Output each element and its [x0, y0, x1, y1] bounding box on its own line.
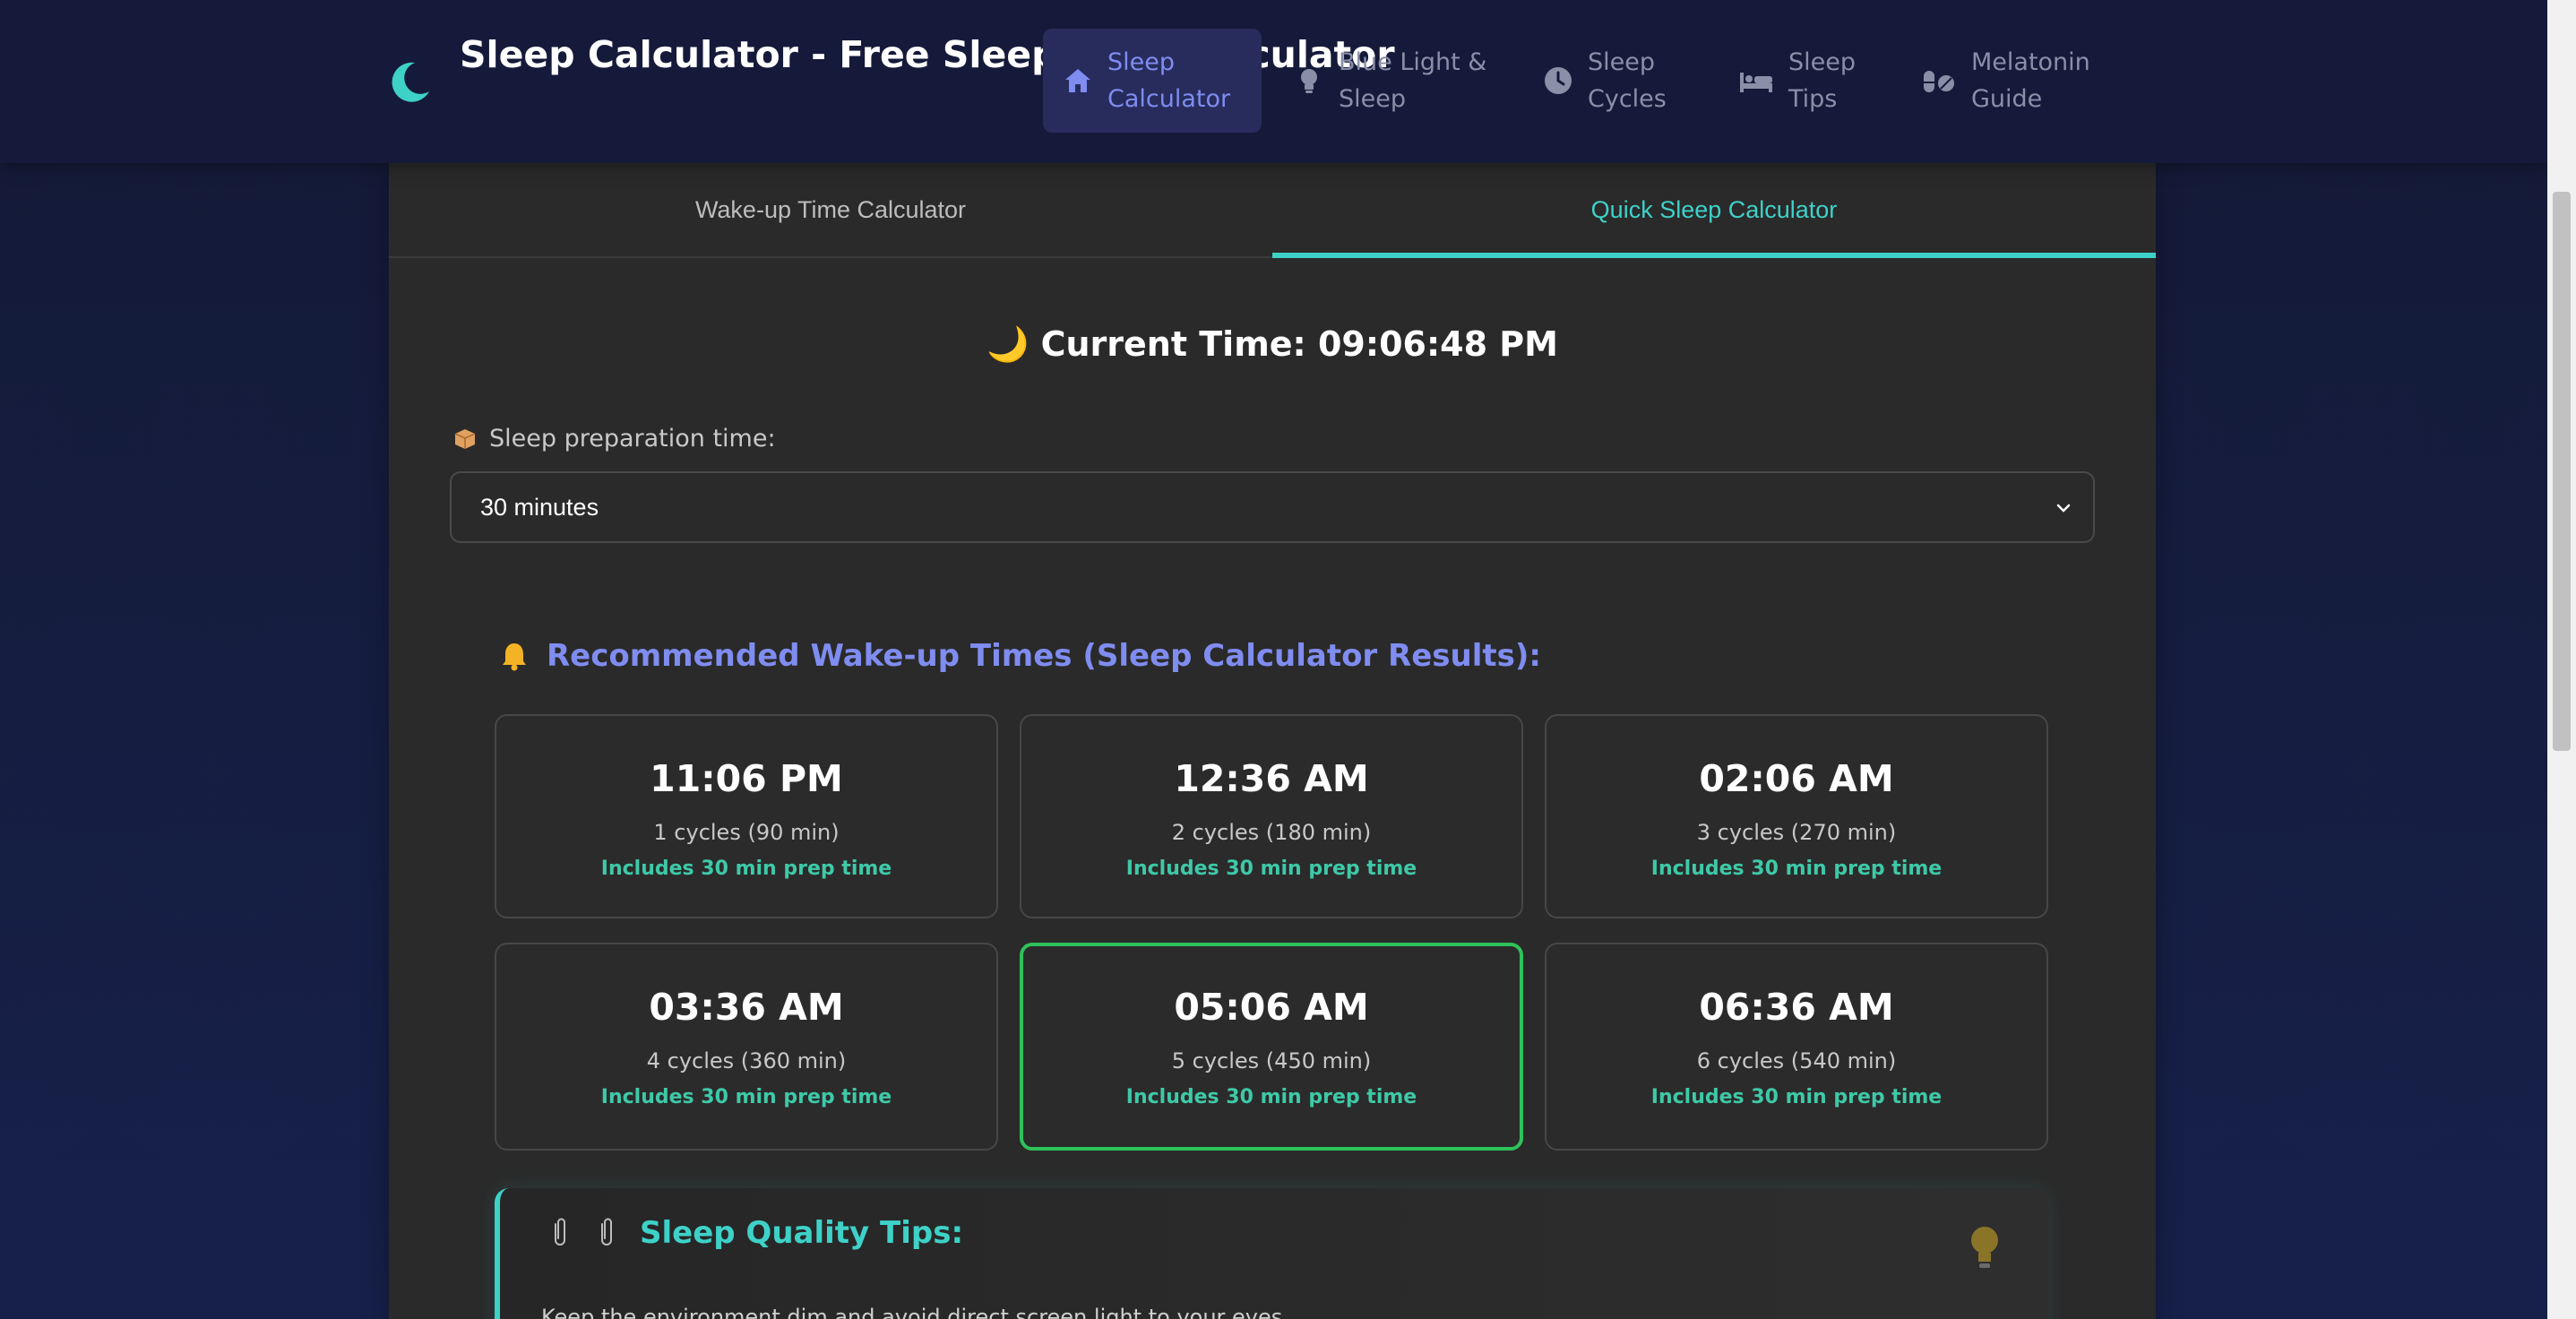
site-header: Sleep Calculator - Free Sleep Time Calcu…: [0, 0, 2547, 163]
result-card[interactable]: 03:36 AM 4 cycles (360 min) Includes 30 …: [495, 943, 998, 1151]
result-card[interactable]: 12:36 AM 2 cycles (180 min) Includes 30 …: [1020, 714, 1523, 918]
nav-item-sleep-tips[interactable]: Sleep Tips: [1719, 29, 1889, 133]
results-title: Recommended Wake-up Times (Sleep Calcula…: [547, 638, 1541, 674]
result-prep-note: Includes 30 min prep time: [600, 858, 892, 880]
nav-label: Sleep Calculator: [1107, 48, 1231, 113]
result-card[interactable]: 11:06 PM 1 cycles (90 min) Includes 30 m…: [495, 714, 998, 918]
page-scrollbar[interactable]: [2547, 0, 2576, 1319]
lightbulb-icon: [1971, 1227, 1998, 1268]
scrollbar-thumb[interactable]: [2553, 192, 2571, 751]
results-heading: Recommended Wake-up Times (Sleep Calcula…: [498, 638, 1541, 674]
result-cycles: 6 cycles (540 min): [1696, 1048, 1897, 1073]
tips-header: Sleep Quality Tips:: [547, 1215, 963, 1251]
result-time: 06:36 AM: [1699, 986, 1894, 1029]
result-cycles: 2 cycles (180 min): [1171, 820, 1372, 845]
package-icon: [454, 428, 476, 449]
nav-item-blue-light[interactable]: Blue Light & Sleep: [1274, 29, 1511, 133]
chevron-down-icon: [2056, 504, 2071, 513]
paperclip-icon: [555, 1218, 565, 1246]
main-nav: Sleep Calculator Blue Light & Sleep Slee…: [1043, 29, 2120, 133]
result-cycles: 1 cycles (90 min): [653, 820, 840, 845]
prep-time-select[interactable]: 30 minutes: [450, 471, 2095, 543]
result-cycles: 4 cycles (360 min): [646, 1048, 847, 1073]
current-time: 🌙 Current Time: 09:06:48 PM: [986, 324, 1558, 364]
result-prep-note: Includes 30 min prep time: [600, 1086, 892, 1108]
result-time: 11:06 PM: [650, 757, 843, 800]
paperclip-icon: [601, 1218, 612, 1246]
prep-time-label: Sleep preparation time:: [453, 425, 776, 453]
clock-icon: [1545, 67, 1572, 94]
result-time: 03:36 AM: [649, 986, 844, 1029]
pills-icon: [1924, 71, 1954, 92]
result-cycles: 3 cycles (270 min): [1696, 820, 1897, 845]
calculator-card: Wake-up Time Calculator Quick Sleep Calc…: [389, 163, 2156, 1319]
result-prep-note: Includes 30 min prep time: [1650, 858, 1943, 880]
prep-label-text: Sleep preparation time:: [489, 425, 776, 453]
tab-wakeup-calculator[interactable]: Wake-up Time Calculator: [389, 163, 1272, 256]
result-prep-note: Includes 30 min prep time: [1650, 1086, 1943, 1108]
bed-icon: [1740, 73, 1772, 92]
nav-label: Blue Light & Sleep: [1339, 48, 1487, 113]
result-time: 12:36 AM: [1174, 757, 1369, 800]
result-prep-note: Includes 30 min prep time: [1125, 1086, 1417, 1108]
nav-label: Melatonin Guide: [1971, 48, 2090, 113]
sleep-tips-panel: Sleep Quality Tips: Keep the environment…: [495, 1188, 2048, 1319]
result-card[interactable]: 02:06 AM 3 cycles (270 min) Includes 30 …: [1545, 714, 2048, 918]
nav-item-melatonin[interactable]: Melatonin Guide: [1901, 29, 2107, 133]
moon-icon: [392, 62, 429, 102]
tips-title: Sleep Quality Tips:: [640, 1215, 964, 1251]
result-card[interactable]: 06:36 AM 6 cycles (540 min) Includes 30 …: [1545, 943, 2048, 1151]
result-prep-note: Includes 30 min prep time: [1125, 858, 1417, 880]
result-time: 05:06 AM: [1174, 986, 1369, 1029]
result-time: 02:06 AM: [1699, 757, 1894, 800]
result-card-recommended[interactable]: 05:06 AM 5 cycles (450 min) Includes 30 …: [1020, 943, 1523, 1151]
nav-item-sleep-calculator[interactable]: Sleep Calculator: [1043, 29, 1262, 133]
calculator-tabs: Wake-up Time Calculator Quick Sleep Calc…: [389, 163, 2156, 258]
tab-quick-sleep-calculator[interactable]: Quick Sleep Calculator: [1272, 163, 2156, 258]
lightbulb-icon: [1301, 69, 1317, 93]
nav-label: Sleep Tips: [1788, 48, 1857, 113]
result-cycles: 5 cycles (450 min): [1171, 1048, 1372, 1073]
nav-label: Sleep Cycles: [1588, 48, 1667, 113]
home-icon: [1065, 69, 1090, 92]
tips-text: Keep the environment dim and avoid direc…: [541, 1305, 1289, 1319]
bell-icon: [503, 643, 526, 671]
nav-item-sleep-cycles[interactable]: Sleep Cycles: [1523, 29, 1706, 133]
prep-select-value: 30 minutes: [480, 493, 599, 521]
